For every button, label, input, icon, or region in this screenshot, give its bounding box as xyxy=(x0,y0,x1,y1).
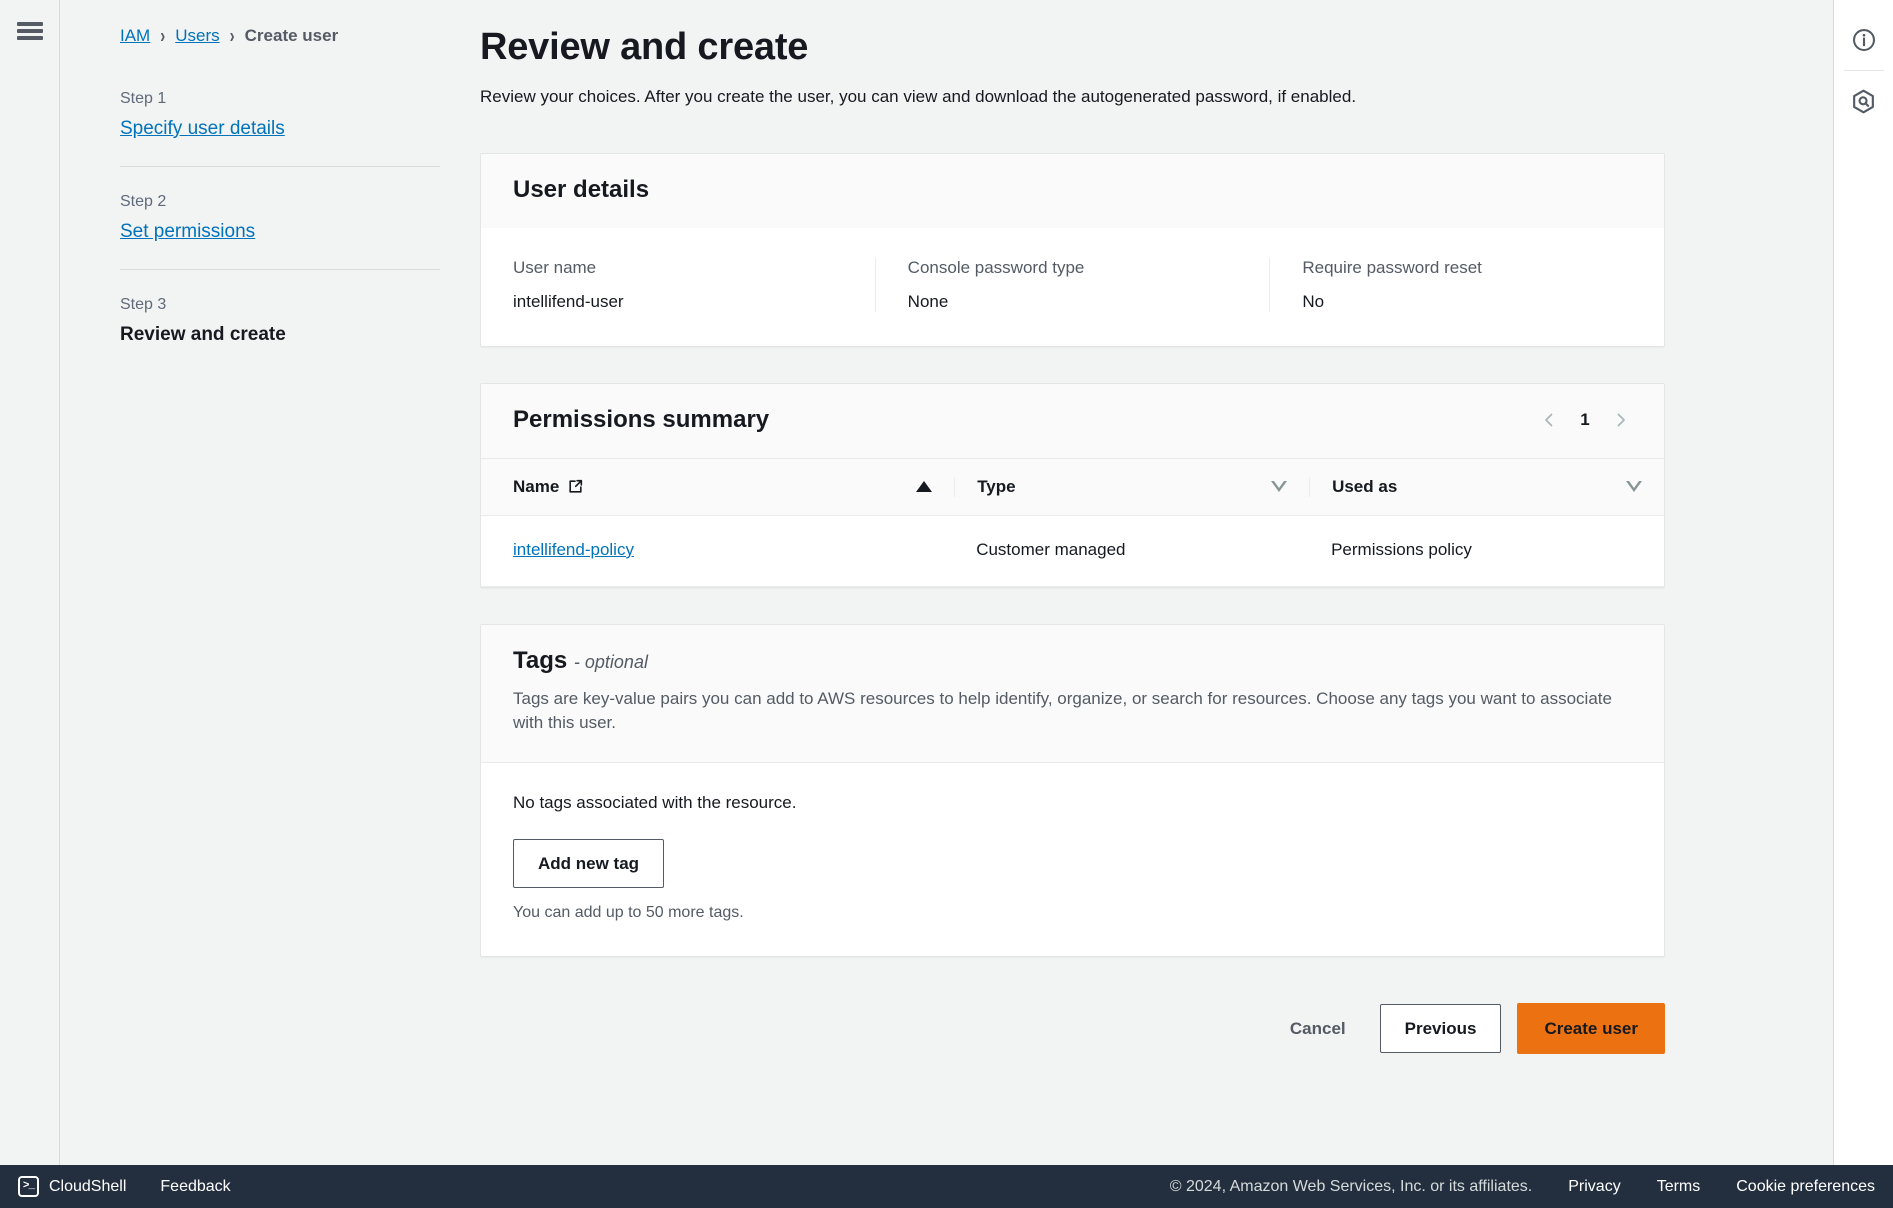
column-label: Used as xyxy=(1332,476,1398,496)
page-body: IAM › Users › Create user Step 1 Specify… xyxy=(0,0,1893,1165)
field-label: Require password reset xyxy=(1302,257,1482,277)
pagination-next-icon[interactable] xyxy=(1610,409,1632,431)
create-user-button[interactable]: Create user xyxy=(1517,1003,1665,1055)
permissions-summary-title: Permissions summary xyxy=(513,405,770,433)
menu-hamburger-icon[interactable] xyxy=(16,18,43,40)
tags-limit-hint: You can add up to 50 more tags. xyxy=(513,904,744,922)
chevron-right-icon: › xyxy=(160,24,166,48)
rail-divider xyxy=(1843,70,1884,71)
privacy-link[interactable]: Privacy xyxy=(1568,1178,1620,1196)
field-user-name: User name intellifend-user xyxy=(481,258,875,312)
sort-inactive-icon[interactable] xyxy=(1271,481,1288,493)
permissions-summary-header: Permissions summary 1 xyxy=(481,383,1664,458)
wizard-step-3: Step 3 Review and create xyxy=(120,269,440,372)
wizard-actions: Cancel Previous Create user xyxy=(480,993,1665,1094)
field-value: intellifend-user xyxy=(513,291,624,311)
breadcrumb-item-users[interactable]: Users xyxy=(175,26,219,46)
cancel-button[interactable]: Cancel xyxy=(1272,1005,1364,1052)
step-1-number: Step 1 xyxy=(120,90,167,107)
breadcrumb-item-current: Create user xyxy=(244,26,339,45)
cell-policy-name: intellifend-policy xyxy=(481,515,955,587)
tags-card: Tags - optional Tags are key-value pairs… xyxy=(480,623,1665,958)
add-new-tag-button[interactable]: Add new tag xyxy=(513,839,665,889)
sort-ascending-icon[interactable] xyxy=(916,481,933,493)
cookie-preferences-link[interactable]: Cookie preferences xyxy=(1736,1178,1875,1196)
tags-header: Tags - optional Tags are key-value pairs… xyxy=(481,624,1664,764)
page-description: Review your choices. After you create th… xyxy=(480,87,1357,106)
field-value: None xyxy=(907,291,949,311)
field-value: No xyxy=(1302,291,1325,311)
main-content: Review and create Review your choices. A… xyxy=(480,0,1893,1165)
page-title: Review and create xyxy=(480,26,809,68)
column-header-used-as[interactable]: Used as xyxy=(1309,457,1664,516)
info-icon[interactable] xyxy=(1836,12,1892,68)
permissions-table: Name Type Used as intellifend-policy Cus… xyxy=(481,457,1664,587)
cloudshell-label: CloudShell xyxy=(49,1177,127,1195)
step-2-number: Step 2 xyxy=(120,193,167,210)
policy-link-intellifend-policy[interactable]: intellifend-policy xyxy=(513,540,634,559)
step-3-number: Step 3 xyxy=(120,296,167,313)
table-row: intellifend-policy Customer managed Perm… xyxy=(481,515,1664,587)
field-require-password-reset: Require password reset No xyxy=(1269,257,1664,312)
field-label: User name xyxy=(513,257,597,277)
table-header-row: Name Type Used as xyxy=(481,457,1664,516)
hamburger-bar xyxy=(16,22,43,26)
field-console-password-type: Console password type None xyxy=(874,257,1270,312)
copyright-text: © 2024, Amazon Web Services, Inc. or its… xyxy=(1169,1177,1533,1195)
cell-policy-type: Customer managed xyxy=(954,515,1310,587)
column-header-type[interactable]: Type xyxy=(954,457,1310,516)
column-header-name[interactable]: Name xyxy=(481,457,955,516)
cloudshell-button[interactable]: >_ CloudShell xyxy=(18,1176,126,1197)
feedback-label: Feedback xyxy=(160,1177,231,1195)
tags-description: Tags are key-value pairs you can add to … xyxy=(513,688,1612,733)
tags-title: Tags - optional xyxy=(513,647,1632,675)
content-inner: Review and create Review your choices. A… xyxy=(480,26,1725,1094)
column-label: Type xyxy=(977,476,1016,496)
breadcrumb-item-iam[interactable]: IAM xyxy=(120,26,150,46)
pagination-previous-icon[interactable] xyxy=(1538,409,1560,431)
wizard-step-1: Step 1 Specify user details xyxy=(120,90,440,166)
sidebar-item-review-and-create[interactable]: Review and create xyxy=(120,324,440,346)
sidebar-item-specify-user-details[interactable]: Specify user details xyxy=(120,118,285,140)
console-footer: >_ CloudShell Feedback © 2024, Amazon We… xyxy=(0,1165,1893,1208)
chevron-right-icon: › xyxy=(229,24,235,48)
right-help-rail xyxy=(1833,0,1893,1165)
tags-body: No tags associated with the resource. Ad… xyxy=(481,763,1664,956)
hamburger-bar xyxy=(16,29,43,33)
pagination-page-1[interactable]: 1 xyxy=(1578,410,1592,430)
external-link-icon xyxy=(567,478,584,495)
permissions-summary-card: Permissions summary 1 Name Type Used as … xyxy=(480,382,1665,588)
column-label: Name xyxy=(513,476,560,496)
footer-right-group: © 2024, Amazon Web Services, Inc. or its… xyxy=(1170,1178,1875,1196)
sidebar-item-set-permissions[interactable]: Set permissions xyxy=(120,221,255,243)
user-details-card: User details User name intellifend-user … xyxy=(480,152,1665,347)
cloudshell-icon: >_ xyxy=(18,1176,39,1197)
aws-console-page: IAM › Users › Create user Step 1 Specify… xyxy=(0,0,1893,1208)
previous-button[interactable]: Previous xyxy=(1379,1004,1502,1054)
tags-empty-text: No tags associated with the resource. xyxy=(513,793,797,813)
footer-left-group: >_ CloudShell Feedback xyxy=(18,1176,231,1197)
user-details-fields: User name intellifend-user Console passw… xyxy=(481,228,1664,346)
field-label: Console password type xyxy=(907,257,1085,277)
left-nav-rail xyxy=(0,0,60,1165)
user-details-header: User details xyxy=(481,153,1664,228)
permissions-table-body: intellifend-policy Customer managed Perm… xyxy=(481,515,1664,587)
feedback-link[interactable]: Feedback xyxy=(160,1178,230,1196)
wizard-sidebar: IAM › Users › Create user Step 1 Specify… xyxy=(60,0,480,1165)
sort-inactive-icon[interactable] xyxy=(1626,481,1642,493)
permissions-table-head: Name Type Used as xyxy=(481,457,1664,516)
cell-policy-used-as: Permissions policy xyxy=(1309,515,1664,587)
wizard-step-2: Step 2 Set permissions xyxy=(120,166,440,269)
amazon-q-icon[interactable] xyxy=(1836,73,1892,129)
hamburger-bar xyxy=(16,36,43,40)
user-details-title: User details xyxy=(513,175,650,203)
table-pagination: 1 xyxy=(1538,409,1632,431)
tags-title-text: Tags xyxy=(513,646,568,674)
tags-optional-label: - optional xyxy=(573,651,648,672)
terms-link[interactable]: Terms xyxy=(1657,1178,1701,1196)
breadcrumb: IAM › Users › Create user xyxy=(120,24,440,48)
